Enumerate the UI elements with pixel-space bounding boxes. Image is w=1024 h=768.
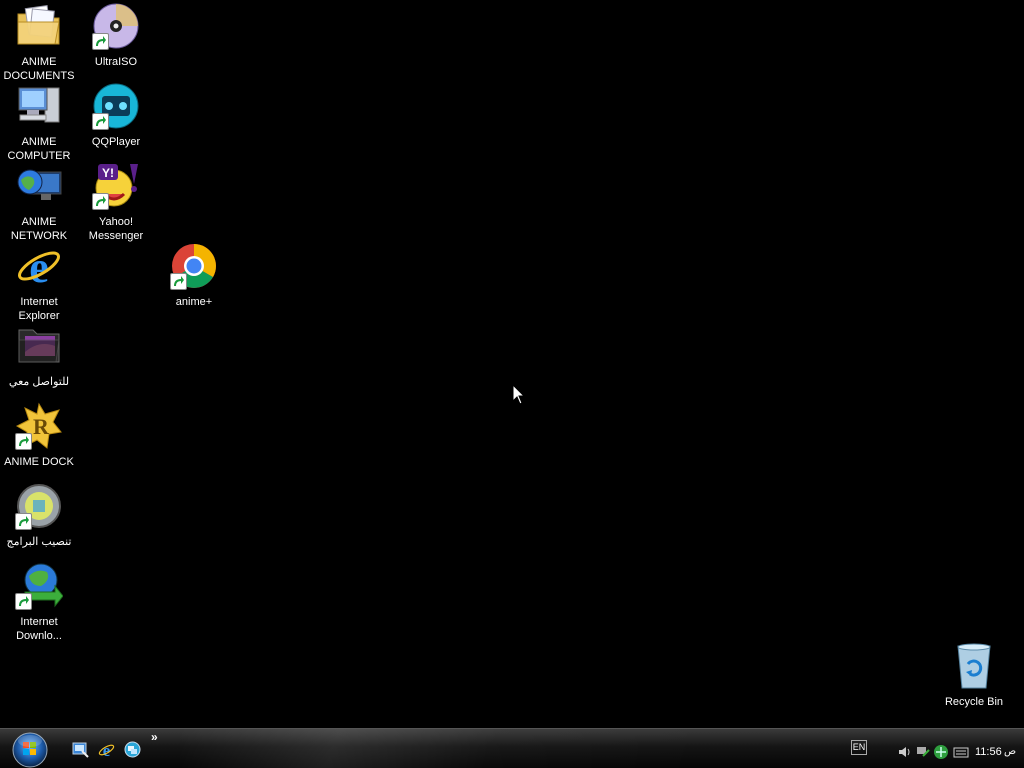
ultraiso-disc-icon <box>92 2 140 50</box>
desktop-icon-internet-explorer[interactable]: e Internet Explorer <box>0 242 78 323</box>
tray-network[interactable] <box>915 744 931 760</box>
desktop-icon-anime-computer[interactable]: ANIME COMPUTER <box>0 82 78 163</box>
folder-documents-icon <box>15 2 63 50</box>
desktop-icon-label: Internet Downlo... <box>16 616 62 642</box>
desktop-icon-anime-dock[interactable]: R ANIME DOCK <box>0 402 78 469</box>
security-icon <box>934 745 948 759</box>
internet-download-manager-icon <box>15 562 64 610</box>
chrome-icon <box>170 242 218 290</box>
desktop-icon-contact-folder[interactable]: للتواصل معي <box>0 322 78 389</box>
shortcut-arrow-icon <box>170 273 187 290</box>
shortcut-arrow-icon <box>92 33 109 50</box>
taskbar: e » EN 11:56 ص <box>0 728 1024 768</box>
desktop-icon-yahoo-messenger[interactable]: Y! Yahoo! Messenger <box>77 162 155 243</box>
shortcut-arrow-icon <box>15 433 32 450</box>
desktop-icon-label: ANIME DOCK <box>4 456 74 468</box>
network-globe-icon <box>15 162 63 210</box>
desktop-icon-anime-network[interactable]: ANIME NETWORK <box>0 162 78 243</box>
desktop-icon-internet-download-manager[interactable]: Internet Downlo... <box>0 562 78 643</box>
internet-explorer-icon: e <box>15 242 63 292</box>
mouse-cursor-icon <box>512 383 526 411</box>
language-indicator[interactable]: EN <box>851 740 867 755</box>
svg-text:Y!: Y! <box>102 166 114 180</box>
qqplayer-icon <box>92 82 140 130</box>
shortcut-arrow-icon <box>15 593 32 610</box>
network-icon <box>917 747 930 757</box>
quicklaunch-show-desktop[interactable] <box>72 741 89 758</box>
svg-text:e: e <box>29 243 49 290</box>
yahoo-messenger-icon: Y! <box>92 162 140 210</box>
shortcut-arrow-icon <box>92 193 109 210</box>
start-orb-icon <box>12 732 48 768</box>
keyboard-icon <box>953 747 969 758</box>
desktop-icon-label: Recycle Bin <box>944 696 1004 708</box>
rocketdock-icon: R <box>15 402 63 450</box>
show-desktop-icon <box>72 742 89 758</box>
switch-windows-icon <box>124 741 141 758</box>
recycle-bin-icon <box>950 642 998 690</box>
install-programs-icon <box>15 482 63 530</box>
desktop-icon-label: ANIME COMPUTER <box>7 136 71 162</box>
dark-folder-icon <box>15 322 63 370</box>
desktop-icon-label: ANIME DOCUMENTS <box>3 56 75 82</box>
desktop-icon-qqplayer[interactable]: QQPlayer <box>77 82 155 149</box>
desktop-icon-label: للتواصل معي <box>8 376 70 388</box>
system-clock-period: ص <box>1004 746 1017 757</box>
desktop-icon-label: ANIME NETWORK <box>10 216 68 242</box>
desktop-icon-label: anime+ <box>175 296 213 308</box>
svg-text:R: R <box>33 414 50 439</box>
desktop-icon-label: تنصيب البرامج <box>6 536 72 548</box>
svg-text:e: e <box>103 741 111 758</box>
quicklaunch-switch-windows[interactable] <box>124 741 141 758</box>
desktop-icon-install-programs[interactable]: تنصيب البرامج <box>0 482 78 549</box>
tray-keyboard[interactable] <box>953 744 969 760</box>
desktop-icon-anime-documents[interactable]: ANIME DOCUMENTS <box>0 2 78 83</box>
start-button[interactable] <box>9 730 51 768</box>
shortcut-arrow-icon <box>92 113 109 130</box>
desktop: ANIME DOCUMENTS ANIME COMPUTER ANIME NET <box>0 0 1024 728</box>
desktop-icon-label: UltraISO <box>94 56 138 68</box>
desktop-icon-label: QQPlayer <box>91 136 141 148</box>
system-clock[interactable]: 11:56 <box>975 746 1002 758</box>
computer-icon <box>15 82 63 130</box>
internet-explorer-icon: e <box>98 741 115 760</box>
tray-volume[interactable] <box>897 744 913 760</box>
desktop-icon-label: Internet Explorer <box>18 296 60 322</box>
desktop-icon-ultraiso[interactable]: UltraISO <box>77 2 155 69</box>
quicklaunch-internet-explorer[interactable]: e <box>98 741 115 760</box>
desktop-icon-label: Yahoo! Messenger <box>88 216 144 242</box>
shortcut-arrow-icon <box>15 513 32 530</box>
volume-icon <box>899 747 910 757</box>
desktop-icon-anime-plus[interactable]: anime+ <box>155 242 233 309</box>
desktop-icon-recycle-bin[interactable]: Recycle Bin <box>935 642 1013 709</box>
quicklaunch-more-chevron[interactable]: » <box>151 730 158 744</box>
tray-security[interactable] <box>933 744 949 760</box>
